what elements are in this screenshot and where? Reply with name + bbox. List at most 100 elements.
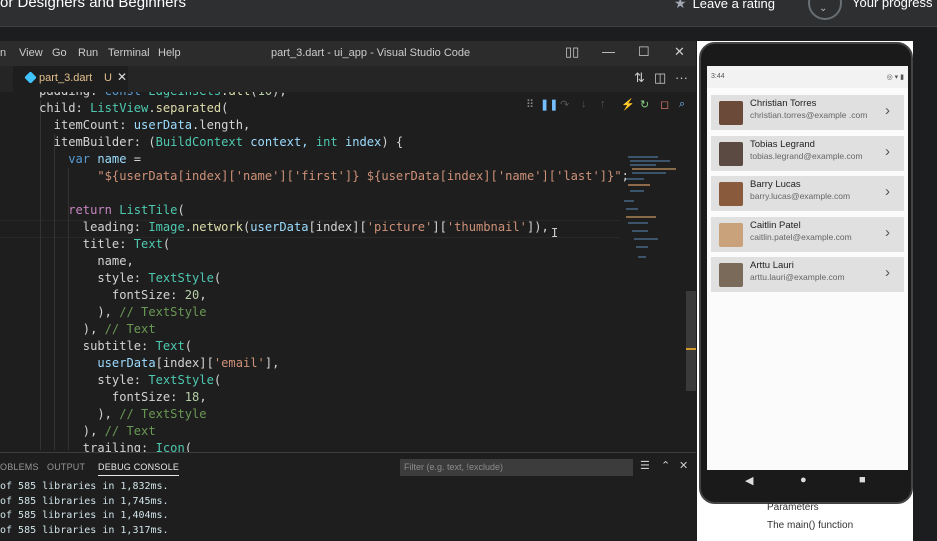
tab-problems[interactable]: OBLEMS (0, 462, 39, 472)
progress-label[interactable]: Your progress (852, 0, 932, 10)
untracked-badge: U (104, 72, 112, 84)
code-line: subtitle: Text( (10, 339, 192, 356)
minimize-icon[interactable]: — (602, 44, 615, 59)
code-token: ), (10, 322, 105, 336)
more-actions-icon[interactable]: ··· (675, 70, 688, 85)
stop-icon[interactable]: ◻ (660, 98, 669, 111)
code-line: ), // TextStyle (10, 407, 206, 424)
code-line: title: Text( (10, 237, 170, 254)
code-line: userData[index]['email'], (10, 356, 279, 373)
pause-icon[interactable]: ❚❚ (540, 98, 558, 111)
code-token: int (315, 135, 345, 149)
code-line: name, (10, 254, 134, 271)
code-token: = (126, 152, 142, 166)
code-editor[interactable]: padding: const EdgeInsets.all(10), child… (0, 92, 696, 452)
menu-terminal[interactable]: Terminal (108, 47, 150, 59)
outline-item[interactable]: Parameters (767, 502, 819, 513)
window-title: part_3.dart - ui_app - Visual Studio Cod… (271, 47, 471, 59)
tab-part-3-dart[interactable]: part_3.dart U ✕ (13, 66, 128, 92)
code-token: const (105, 92, 149, 98)
code-token: ), (272, 92, 287, 98)
chevron-right-icon: › (885, 223, 890, 241)
maximize-icon[interactable]: ☐ (638, 44, 650, 60)
code-line: child: ListView.separated( (10, 101, 228, 118)
code-token: style: (10, 271, 149, 285)
star-icon: ★ (674, 0, 687, 11)
menu-run[interactable]: Run (78, 47, 98, 59)
user-list-tile[interactable]: Arttu Lauri arttu.lauri@example.com › (711, 257, 904, 292)
code-token: all (228, 92, 250, 98)
step-over-icon[interactable]: ↷ (560, 98, 569, 111)
close-panel-icon[interactable]: ✕ (679, 459, 688, 472)
code-token: subtitle: (10, 339, 156, 353)
hot-reload-icon[interactable]: ⚡ (621, 98, 635, 111)
tab-debug-console[interactable]: DEBUG CONSOLE (98, 462, 180, 476)
inspect-icon[interactable]: ⌕ (679, 98, 685, 111)
step-out-icon[interactable]: ↑ (600, 98, 606, 110)
avatar (719, 101, 743, 125)
user-email: christian.torres@example .com (750, 110, 868, 120)
code-token: padding: (10, 92, 105, 98)
menu-view[interactable]: View (19, 47, 43, 59)
user-list-tile[interactable]: Tobias Legrand tobias.legrand@example.com… (711, 135, 904, 171)
code-token: ListTile (119, 203, 178, 217)
user-list-tile[interactable]: Barry Lucas barry.lucas@example.com › (711, 176, 904, 211)
restart-icon[interactable]: ↻ (640, 98, 649, 111)
close-icon[interactable]: ✕ (674, 44, 685, 60)
code-line: itemCount: userData.length, (10, 118, 251, 135)
code-token: ( (177, 203, 185, 217)
tab-output[interactable]: OUTPUT (47, 462, 85, 472)
clear-console-icon[interactable]: ☰ (640, 459, 650, 472)
code-token: name, (10, 254, 134, 268)
user-list-tile[interactable]: Christian Torres christian.torres@example… (711, 95, 904, 130)
layout-icon[interactable]: ▯▯ (565, 44, 579, 60)
code-token: Icon (155, 441, 185, 452)
code-token: .length, (192, 118, 251, 132)
code-token: title: (10, 237, 134, 251)
debug-toolbar: ⠿ ❚❚ ↷ ↓ ↑ ⚡ ↻ ◻ ⌕ (524, 95, 696, 117)
code-token: , (199, 288, 207, 302)
code-token: ( (162, 237, 171, 251)
code-token: ( (213, 373, 222, 387)
chevron-right-icon: › (885, 102, 890, 119)
outline-item[interactable]: The main() function (767, 520, 853, 531)
code-token: [index][ (155, 356, 214, 370)
code-token: EdgeInsets (148, 92, 221, 98)
step-into-icon[interactable]: ↓ (581, 98, 587, 110)
close-tab-icon[interactable]: ✕ (117, 70, 127, 84)
user-list-tile[interactable]: Caitlin Patel caitlin.patel@example.com › (711, 216, 904, 252)
menu-help[interactable]: Help (158, 47, 181, 59)
editor-scrollbar[interactable] (686, 291, 696, 391)
code-token: 10 (258, 92, 273, 98)
console-filter-input[interactable]: Filter (e.g. text, !exclude) (400, 459, 633, 476)
maximize-panel-icon[interactable]: ⌃ (661, 459, 670, 472)
minimap[interactable] (622, 156, 684, 266)
code-token: TextStyle (148, 373, 214, 387)
compare-changes-icon[interactable]: ⇅ (634, 70, 645, 86)
split-editor-icon[interactable]: ◫ (654, 70, 666, 86)
code-token: 'thumbnail' (446, 220, 527, 234)
menu-go[interactable]: Go (52, 47, 67, 59)
code-token: ( (250, 92, 257, 98)
leave-rating-button[interactable]: ★ Leave a rating (674, 0, 775, 12)
progress-ring-icon[interactable]: ⌄ (808, 0, 842, 20)
code-line: var name = (10, 152, 141, 169)
vscode-window: n View Go Run Terminal Help part_3.dart … (0, 41, 696, 541)
drag-handle-icon[interactable]: ⠿ (526, 98, 534, 111)
avatar (719, 182, 743, 206)
code-token: // TextStyle (119, 305, 207, 319)
recents-icon[interactable]: ■ (859, 474, 866, 486)
code-token: ]), (526, 220, 549, 234)
code-line: style: TextStyle( (10, 373, 221, 390)
avatar (719, 141, 743, 166)
code-token: . (148, 101, 156, 115)
user-name: Barry Lucas (750, 179, 801, 190)
rating-label: Leave a rating (692, 0, 775, 11)
home-icon[interactable]: ● (800, 474, 807, 486)
user-name: Tobias Legrand (750, 138, 815, 150)
menu-item[interactable]: n (0, 47, 6, 59)
code-token: , (199, 390, 207, 404)
back-icon[interactable]: ◀ (745, 474, 753, 487)
